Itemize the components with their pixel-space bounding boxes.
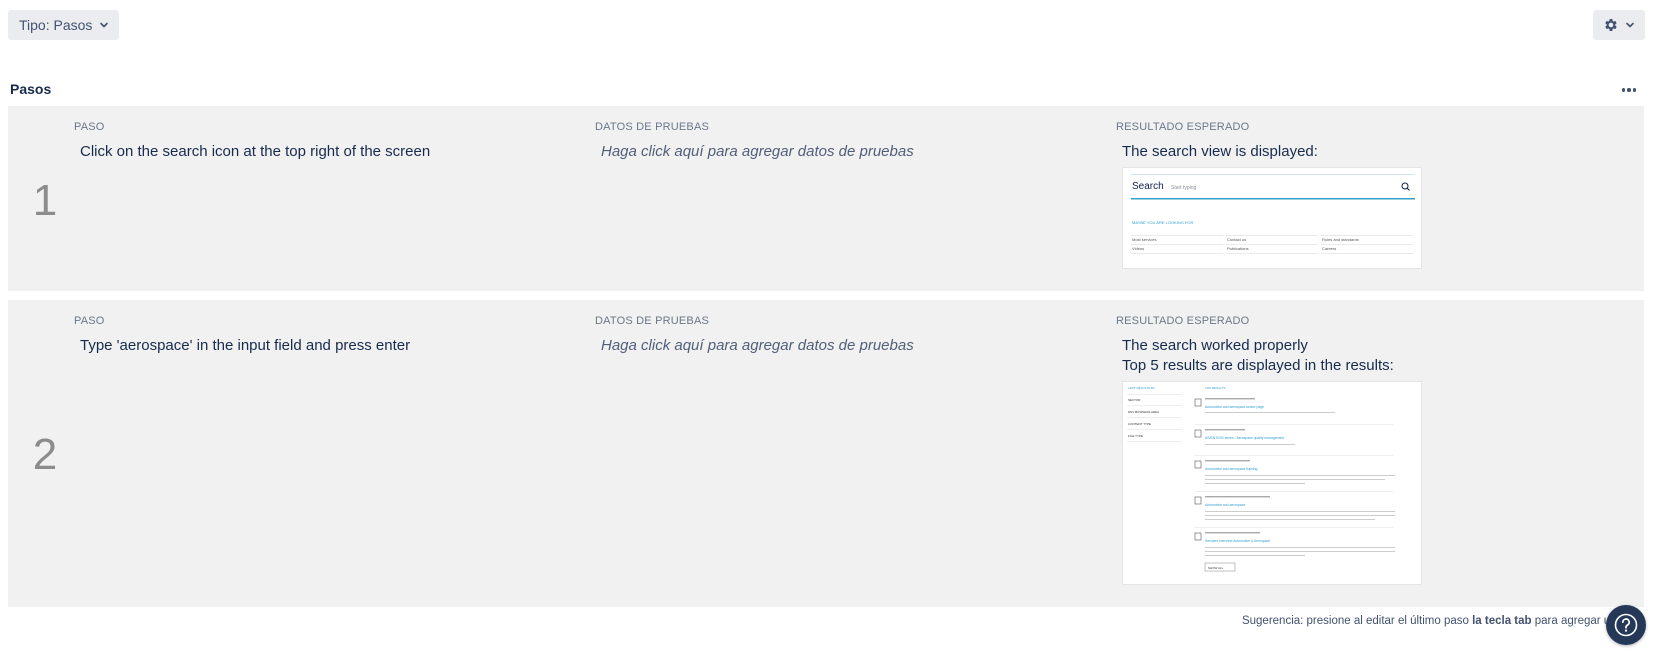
hint-prefix: Sugerencia: presione al editar el último… (1241, 615, 1473, 627)
search-results-thumbnail: LIMIT RESULTS BY SECTOR DNV BUSINESS ARE… (1127, 386, 1395, 572)
column-label-paso: PASO (74, 315, 105, 327)
step-data-cell[interactable]: DATOS DE PRUEBAS Haga click aquí para ag… (595, 315, 1095, 356)
thumb-filter: FILE TYPE (1128, 434, 1143, 438)
thumb-filter-title: LIMIT RESULTS BY (1128, 386, 1155, 390)
result-screenshot[interactable]: LIMIT RESULTS BY SECTOR DNV BUSINESS ARE… (1122, 381, 1422, 585)
column-label-datos: DATOS DE PRUEBAS (595, 315, 710, 327)
thumb-load-more: SHOW ALL (1208, 566, 1224, 570)
result-line: The search worked properly (1122, 337, 1308, 354)
thumb-results-title: TOP RESULTS (1205, 386, 1226, 390)
chevron-down-icon (1626, 22, 1634, 28)
more-options-button[interactable] (1617, 80, 1641, 100)
help-icon (1614, 613, 1638, 637)
type-filter-label: Tipo: Pasos (19, 17, 93, 33)
more-horizontal-icon (1621, 88, 1626, 92)
thumb-link: Contact us (1227, 237, 1246, 242)
step-number: 1 (32, 176, 58, 225)
step-result-text[interactable]: The search worked properly Top 5 results… (1122, 336, 1626, 376)
step-row: 1 PASO Click on the search icon at the t… (8, 106, 1644, 291)
thumb-result: Automotive and aerospace sector page (1205, 405, 1264, 409)
result-line: Top 5 results are displayed in the resul… (1122, 357, 1394, 374)
thumb-search-placeholder: Start typing (1171, 185, 1197, 191)
chevron-down-icon (100, 22, 109, 28)
thumb-link: Most services (1132, 237, 1156, 242)
search-view-thumbnail: Search Start typing MAYBE YOU ARE LOOKIN… (1131, 174, 1415, 254)
step-result-text[interactable]: The search view is displayed: (1122, 142, 1626, 162)
step-data-cell[interactable]: DATOS DE PRUEBAS Haga click aquí para ag… (595, 121, 1095, 162)
type-filter-button[interactable]: Tipo: Pasos (8, 10, 120, 40)
thumb-search-title: Search (1132, 181, 1164, 192)
step-result-cell[interactable]: RESULTADO ESPERADO The search view is di… (1116, 121, 1626, 269)
thumb-result: Automotive and aerospace (1205, 503, 1245, 507)
step-action-cell[interactable]: PASO Click on the search icon at the top… (74, 121, 574, 162)
step-number: 2 (32, 430, 58, 479)
thumb-link: Rules and standards (1322, 237, 1359, 242)
thumb-result: Automotive and aerospace training (1205, 467, 1258, 471)
step-data-placeholder[interactable]: Haga click aquí para agregar datos de pr… (601, 336, 1095, 356)
thumb-filter: DNV BUSINESS AREA (1128, 410, 1159, 414)
step-data-placeholder[interactable]: Haga click aquí para agregar datos de pr… (601, 142, 1095, 162)
step-result-cell[interactable]: RESULTADO ESPERADO The search worked pro… (1116, 315, 1626, 585)
step-action-text[interactable]: Click on the search icon at the top righ… (80, 142, 574, 162)
thumb-section-label: MAYBE YOU ARE LOOKING FOR (1132, 220, 1194, 225)
thumb-result: AS/EN 9100 series - Aerospace quality ma… (1205, 436, 1284, 440)
settings-button[interactable] (1593, 10, 1645, 40)
thumb-result: Services overview Automotive & Aerospace (1205, 539, 1270, 543)
section-title: Pasos (10, 81, 52, 97)
hint-text: Sugerencia: presione al editar el último… (1242, 615, 1623, 627)
thumb-link: Videos (1132, 246, 1144, 251)
thumb-link: Publications (1227, 246, 1249, 251)
thumb-filter: CONTENT TYPE (1128, 422, 1151, 426)
column-label-paso: PASO (74, 121, 105, 133)
help-button[interactable] (1606, 605, 1646, 645)
thumb-filter: SECTOR (1128, 398, 1141, 402)
result-screenshot[interactable]: Search Start typing MAYBE YOU ARE LOOKIN… (1122, 167, 1422, 269)
gear-icon (1605, 19, 1617, 31)
column-label-resultado: RESULTADO ESPERADO (1116, 121, 1250, 133)
step-action-text[interactable]: Type 'aerospace' in the input field and … (80, 336, 574, 356)
step-row: 2 PASO Type 'aerospace' in the input fie… (8, 300, 1644, 607)
toolbar: Tipo: Pasos (8, 10, 1645, 40)
column-label-datos: DATOS DE PRUEBAS (595, 121, 710, 133)
result-line: The search view is displayed: (1122, 143, 1318, 160)
column-label-resultado: RESULTADO ESPERADO (1116, 315, 1250, 327)
thumb-link: Careers (1322, 246, 1336, 251)
hint-key: la tecla tab (1472, 615, 1532, 627)
step-action-cell[interactable]: PASO Type 'aerospace' in the input field… (74, 315, 574, 356)
